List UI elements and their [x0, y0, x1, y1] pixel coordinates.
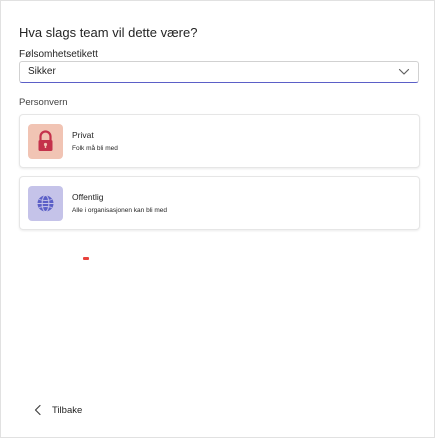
chevron-left-icon — [34, 404, 41, 416]
public-option-title: Offentlig — [72, 192, 104, 202]
privacy-section-label: Personvern — [19, 97, 68, 108]
private-option-description: Folk må bli med — [72, 145, 118, 152]
back-label: Tilbake — [52, 405, 83, 416]
dialog-title: Hva slags team vil dette være? — [19, 25, 198, 40]
red-marker — [83, 257, 89, 260]
chevron-down-icon — [398, 68, 410, 75]
private-option-title: Privat — [72, 130, 94, 140]
privacy-option-public[interactable]: Offentlig Alle i organisasjonen kan bli … — [19, 176, 420, 230]
privacy-option-private[interactable]: Privat Folk må bli med — [19, 114, 420, 168]
create-team-dialog: Hva slags team vil dette være? Følsomhet… — [0, 0, 435, 438]
public-option-description: Alle i organisasjonen kan bli med — [72, 207, 168, 214]
sensitivity-selected-value: Sikker — [28, 66, 56, 77]
sensitivity-label: Følsomhetsetikett — [19, 49, 98, 60]
lock-icon — [28, 124, 63, 159]
sensitivity-dropdown[interactable]: Sikker — [19, 61, 419, 83]
globe-icon — [28, 186, 63, 221]
